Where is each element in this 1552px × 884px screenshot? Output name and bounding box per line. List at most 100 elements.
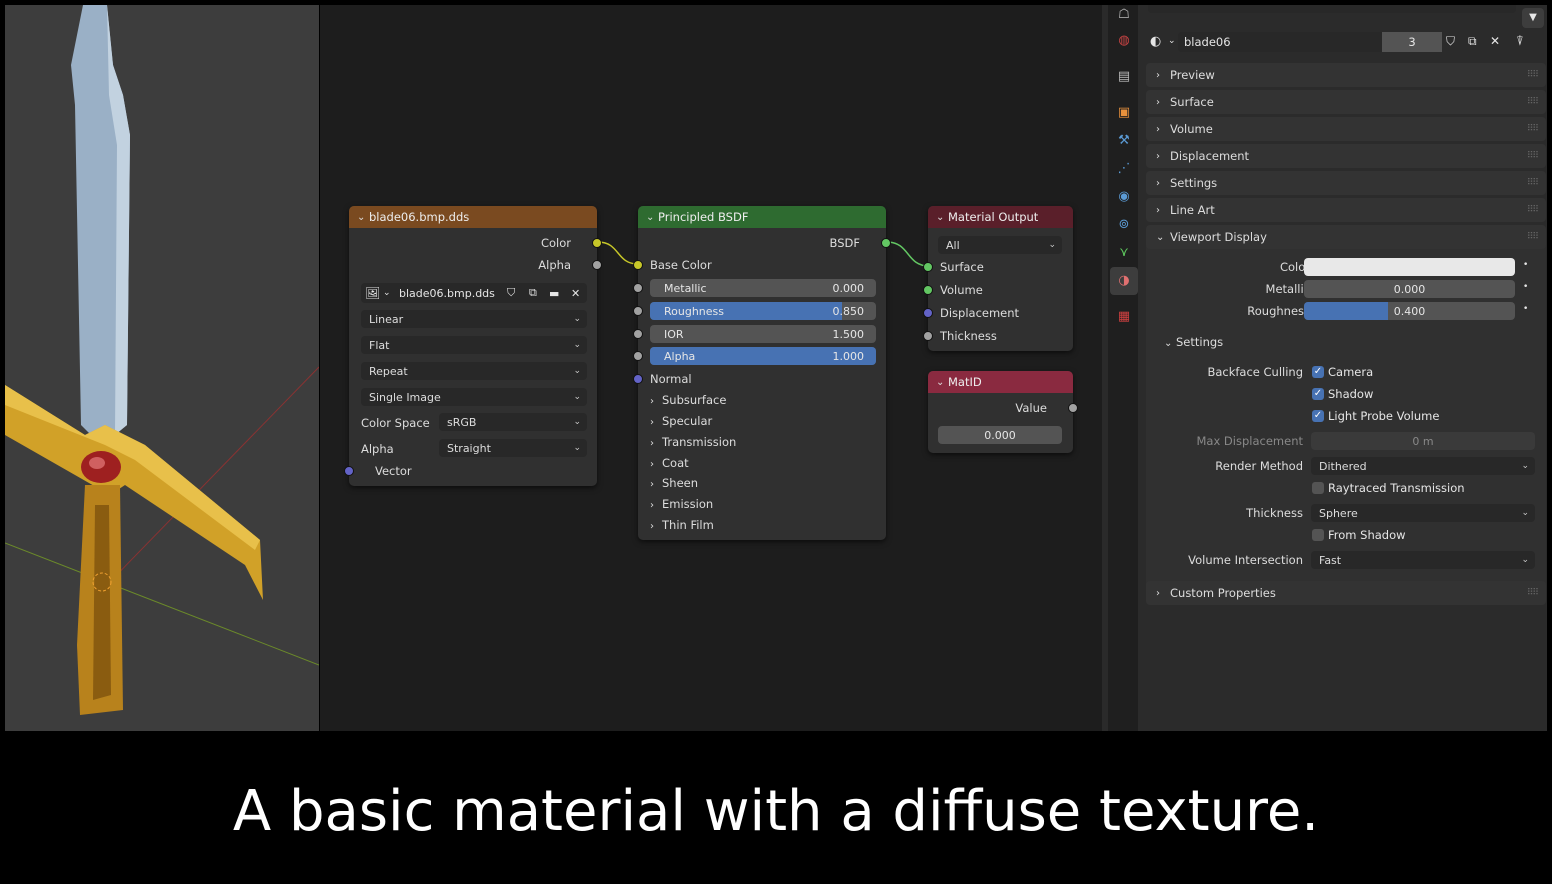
node-header[interactable]: ⌄ Principled BSDF [638,206,886,228]
vd-roughness-field[interactable]: 0.400 [1304,302,1515,320]
subpanel-thin-film[interactable]: › Thin Film [650,518,714,532]
subpanel-transmission[interactable]: › Transmission [650,435,736,449]
light-probe-checkbox[interactable]: ✓ [1312,410,1324,422]
color-space-dropdown[interactable]: sRGB ⌄ [439,413,587,431]
collection-tab-icon[interactable]: ▤ [1116,69,1132,85]
alpha-mode-dropdown[interactable]: Straight ⌄ [439,439,587,457]
keyframe-dot-icon[interactable]: • [1523,304,1528,314]
material-slot-list[interactable] [1148,5,1516,13]
panel-displacement[interactable]: › Displacement ⠿⠿ [1146,144,1546,168]
properties-editor[interactable]: ▼ ◐ ⌄ blade06 3 ⛉ ⧉ ✕ ⍒ › Preview ⠿⠿ › Surf… [1138,5,1547,731]
camera-checkbox[interactable]: ✓ [1312,366,1324,378]
shadow-checkbox[interactable]: ✓ [1312,388,1324,400]
principled-bsdf-node[interactable]: ⌄ Principled BSDF BSDF Base Color Metalli… [633,206,891,540]
source-dropdown[interactable]: Single Image ⌄ [361,388,587,406]
unlink-close-icon[interactable]: ✕ [571,287,580,300]
interpolation-dropdown[interactable]: Linear ⌄ [361,310,587,328]
displacement-socket[interactable] [923,308,933,318]
output-color-socket[interactable] [592,238,602,248]
panel-settings[interactable]: › Settings ⠿⠿ [1146,171,1546,195]
modifier-wrench-icon[interactable]: ⚒ [1116,133,1132,149]
fake-user-icon[interactable]: ⛉ [507,286,515,300]
ior-field[interactable]: IOR 1.500 [650,325,876,343]
output-target-dropdown[interactable]: All ⌄ [938,236,1062,254]
matid-value-field[interactable]: 0.000 [938,426,1062,444]
roughness-field[interactable]: Roughness 0.850 [650,302,876,320]
image-selector[interactable]: 🖼 ⌄ blade06.bmp.dds ⛉ ⧉ ▬ ✕ [361,283,587,303]
drag-grip-icon[interactable]: ⠿⠿ [1527,205,1539,215]
image-name[interactable]: blade06.bmp.dds [399,287,495,300]
base-color-socket[interactable] [633,260,643,270]
material-name-field[interactable]: blade06 [1178,32,1382,52]
keyframe-dot-icon[interactable]: • [1523,282,1528,292]
duplicate-icon[interactable]: ⧉ [1468,34,1477,49]
collapse-chevron-icon[interactable]: ⌄ [936,212,948,223]
drag-grip-icon[interactable]: ⠿⠿ [1527,124,1539,134]
render-method-dropdown[interactable]: Dithered ⌄ [1311,457,1535,475]
duplicate-icon[interactable]: ⧉ [529,286,537,300]
node-header[interactable]: ⌄ Material Output [928,206,1073,228]
node-header[interactable]: ⌄ blade06.bmp.dds [349,206,597,228]
material-browse-icon[interactable]: ◐ [1150,34,1161,49]
user-count[interactable]: 3 [1382,32,1442,52]
volume-intersection-dropdown[interactable]: Fast ⌄ [1311,551,1535,569]
alpha-field[interactable]: Alpha 1.000 [650,347,876,365]
thickness-mode-dropdown[interactable]: Sphere ⌄ [1311,504,1535,522]
fake-user-icon[interactable]: ⛉ [1446,34,1455,49]
output-alpha-socket[interactable] [592,260,602,270]
ior-socket[interactable] [633,329,643,339]
collapse-chevron-icon[interactable]: ⌄ [646,212,658,223]
raytraced-transmission-checkbox[interactable] [1312,482,1324,494]
matid-node[interactable]: ⌄ MatID Value 0.000 [928,371,1078,453]
extension-dropdown[interactable]: Repeat ⌄ [361,362,587,380]
panel-custom-properties[interactable]: › Custom Properties ⠿⠿ [1146,581,1546,605]
vd-color-swatch[interactable] [1304,258,1515,276]
subpanel-subsurface[interactable]: › Subsurface [650,393,726,407]
node-header[interactable]: ⌄ MatID [928,371,1073,393]
bsdf-output-socket[interactable] [881,238,891,248]
image-browse-icon[interactable]: 🖼 [365,286,380,300]
material-tab-active[interactable]: ◑ [1110,267,1138,295]
material-output-node[interactable]: ⌄ Material Output All ⌄ Surface Volume Dis… [923,206,1073,351]
thickness-socket[interactable] [923,331,933,341]
world-tab-icon[interactable]: ◍ [1116,33,1132,49]
panel-surface[interactable]: › Surface ⠿⠿ [1146,90,1546,114]
drag-grip-icon[interactable]: ⠿⠿ [1527,178,1539,188]
normal-socket[interactable] [633,374,643,384]
scene-tab-icon[interactable]: ☖ [1116,7,1132,23]
drag-grip-icon[interactable]: ⠿⠿ [1527,151,1539,161]
collapse-chevron-icon[interactable]: ⌄ [936,377,948,388]
subpanel-specular[interactable]: › Specular [650,414,712,428]
panel-viewport-display[interactable]: ⌄ Viewport Display ⠿⠿ [1146,225,1546,249]
drag-grip-icon[interactable]: ⠿⠿ [1527,232,1539,242]
drag-grip-icon[interactable]: ⠿⠿ [1527,70,1539,80]
drag-grip-icon[interactable]: ⠿⠿ [1527,588,1539,598]
vd-metallic-field[interactable]: 0.000 [1304,280,1515,298]
panel-line-art[interactable]: › Line Art ⠿⠿ [1146,198,1546,222]
drag-grip-icon[interactable]: ⠿⠿ [1527,97,1539,107]
metallic-socket[interactable] [633,283,643,293]
surface-socket[interactable] [923,262,933,272]
volume-socket[interactable] [923,285,933,295]
particles-tab-icon[interactable]: ⋰ [1116,161,1132,177]
unlink-close-icon[interactable]: ✕ [1490,34,1500,48]
3d-viewport[interactable] [5,5,319,731]
vd-settings-subpanel[interactable]: ⌄ Settings [1164,335,1223,349]
subpanel-sheen[interactable]: › Sheen [650,476,698,490]
value-output-socket[interactable] [1068,403,1078,413]
image-texture-node[interactable]: ⌄ blade06.bmp.dds Color Alpha 🖼 ⌄ blade06… [344,206,602,486]
panel-preview[interactable]: › Preview ⠿⠿ [1146,63,1546,87]
metallic-field[interactable]: Metallic 0.000 [650,279,876,297]
shader-node-editor[interactable]: ⌄ blade06.bmp.dds Color Alpha 🖼 ⌄ blade06… [320,5,1102,731]
physics-tab-icon[interactable]: ◉ [1116,189,1132,205]
open-folder-icon[interactable]: ▬ [549,287,559,300]
texture-tab-icon[interactable]: ▦ [1116,309,1132,325]
alpha-socket[interactable] [633,351,643,361]
constraints-tab-icon[interactable]: ⊚ [1116,217,1132,233]
subpanel-emission[interactable]: › Emission [650,497,713,511]
roughness-socket[interactable] [633,306,643,316]
subpanel-coat[interactable]: › Coat [650,456,689,470]
collapse-chevron-icon[interactable]: ⌄ [357,212,369,223]
from-shadow-checkbox[interactable] [1312,529,1324,541]
link-filter-icon[interactable]: ⍒ [1516,34,1524,49]
